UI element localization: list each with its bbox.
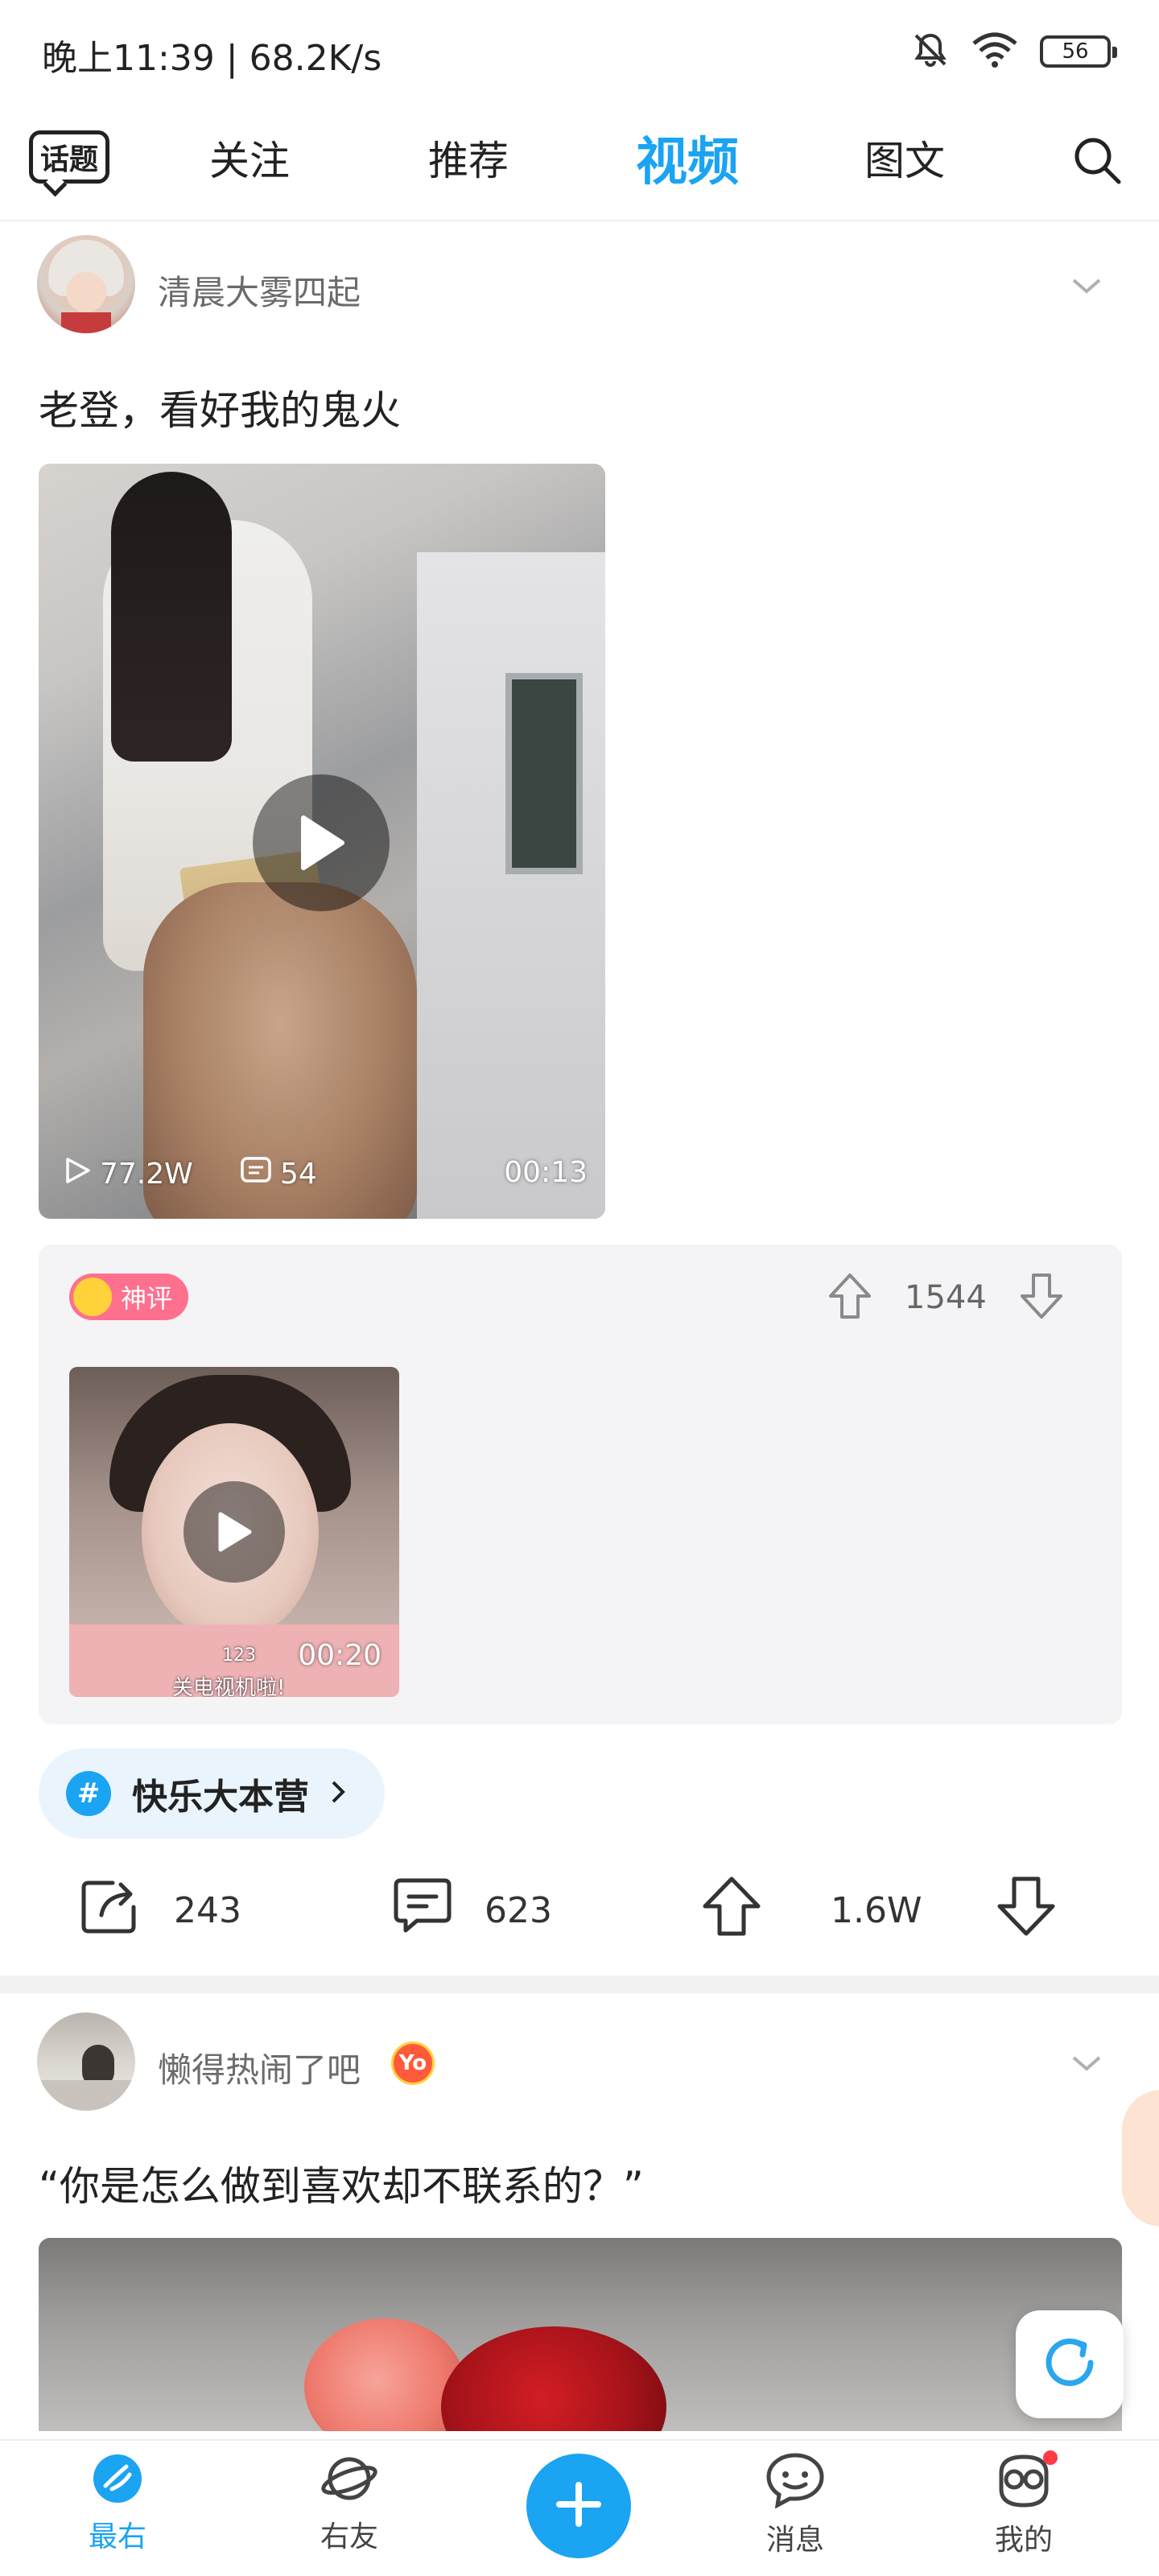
topic-button[interactable]: 话题 xyxy=(29,130,113,188)
plus-icon xyxy=(555,2480,603,2532)
avatar[interactable] xyxy=(37,2013,135,2111)
downvote-button[interactable] xyxy=(996,1866,1056,1955)
play-button[interactable] xyxy=(253,774,390,911)
comment-video-duration: 00:20 xyxy=(298,1639,382,1672)
search-icon[interactable] xyxy=(1070,134,1124,187)
notification-dot xyxy=(1043,2450,1058,2465)
nav-messages-label: 消息 xyxy=(765,2524,824,2557)
hashtag-icon: # xyxy=(66,1771,111,1816)
chevron-down-icon[interactable] xyxy=(1070,2054,1103,2074)
danmaku-icon xyxy=(240,1156,272,1192)
play-count-icon xyxy=(63,1156,92,1192)
god-comment-label: 神评 xyxy=(121,1283,173,1314)
add-post-button[interactable] xyxy=(526,2454,631,2558)
comment-icon xyxy=(393,1877,452,1944)
tab-video[interactable]: 视频 xyxy=(636,121,739,195)
comment-upvote-icon[interactable] xyxy=(827,1272,872,1323)
video-frame-hair xyxy=(111,472,232,762)
post-title[interactable]: “你是怎么做到喜欢却不联系的？” xyxy=(39,2154,644,2212)
post-actions: 243 623 1.6W xyxy=(0,1866,1159,1955)
tab-recommend[interactable]: 推荐 xyxy=(428,129,509,187)
comment-vote: 1544 xyxy=(827,1272,1064,1323)
chevron-down-icon[interactable] xyxy=(1070,277,1103,296)
tab-image-text[interactable]: 图文 xyxy=(864,129,945,187)
nav-profile[interactable]: 我的 xyxy=(959,2450,1088,2558)
top-tab-bar: 话题 关注 推荐 视频 图文 xyxy=(0,113,1159,221)
post-username[interactable]: 懒得热闹了吧 xyxy=(158,2043,361,2092)
share-icon xyxy=(80,1878,142,1943)
share-button[interactable]: 243 xyxy=(80,1866,241,1955)
nav-profile-label: 我的 xyxy=(994,2524,1053,2557)
hashtag-label: 快乐大本营 xyxy=(132,1777,309,1818)
status-bar: 晚上11:39 | 68.2K/s 56 xyxy=(0,0,1159,105)
video-duration: 00:13 xyxy=(504,1156,588,1189)
post-title[interactable]: 老登，看好我的鬼火 xyxy=(39,378,401,436)
avatar[interactable] xyxy=(37,235,135,333)
chevron-right-icon xyxy=(330,1779,346,1808)
wifi-icon xyxy=(971,31,1019,72)
mute-bell-icon xyxy=(911,31,950,72)
nav-friends[interactable]: 右友 xyxy=(285,2452,414,2555)
video-frame-screen xyxy=(505,673,583,874)
video-play-count: 77.2W xyxy=(100,1158,193,1191)
comment-video-caption-2: 关电视机啦! xyxy=(172,1676,286,1697)
refresh-button[interactable] xyxy=(1016,2310,1124,2418)
red-rose xyxy=(441,2326,666,2431)
comment-downvote-icon[interactable] xyxy=(1019,1272,1064,1323)
top-comment-card[interactable]: 神评 1544 123 关电视机啦! 00:20 xyxy=(39,1245,1122,1724)
status-icons: 56 xyxy=(911,31,1117,72)
video-player[interactable]: 77.2W 54 00:13 xyxy=(39,464,605,1219)
post-username[interactable]: 清晨大雾四起 xyxy=(158,266,361,315)
smile-face-icon xyxy=(71,1275,114,1319)
comment-video[interactable]: 123 关电视机啦! 00:20 xyxy=(69,1367,399,1697)
battery-icon: 56 xyxy=(1040,35,1117,68)
planet-icon xyxy=(320,2452,378,2508)
yo-badge-icon: Yo xyxy=(391,2041,435,2085)
upvote-count: 1.6W xyxy=(831,1889,922,1931)
hashtag-chip[interactable]: # 快乐大本营 xyxy=(39,1748,385,1839)
status-time-speed: 晚上11:39 | 68.2K/s xyxy=(42,38,382,79)
video-frame-cabinet xyxy=(417,552,605,1219)
video-player[interactable] xyxy=(39,2238,1122,2431)
message-icon xyxy=(765,2452,825,2512)
downvote-icon xyxy=(996,1876,1056,1946)
comment-button[interactable]: 623 xyxy=(393,1866,552,1955)
comment-vote-count: 1544 xyxy=(905,1279,987,1316)
topic-label: 话题 xyxy=(29,130,109,184)
share-count: 243 xyxy=(174,1889,241,1931)
floating-tab[interactable] xyxy=(1122,2090,1159,2227)
nav-home[interactable]: 最右 xyxy=(53,2452,182,2555)
video-plays: 77.2W xyxy=(63,1156,193,1192)
home-icon xyxy=(91,2452,144,2508)
comment-video-caption-1: 123 xyxy=(222,1645,256,1666)
profile-glasses-icon xyxy=(993,2450,1058,2512)
video-comments: 54 xyxy=(240,1156,317,1192)
refresh-icon xyxy=(1037,2330,1102,2398)
bottom-nav: 最右 右友 消息 我的 xyxy=(0,2439,1159,2576)
post-separator xyxy=(0,1975,1159,1993)
god-comment-badge: 神评 xyxy=(69,1274,189,1320)
comment-play-button[interactable] xyxy=(184,1481,285,1583)
upvote-icon xyxy=(702,1876,761,1946)
nav-home-label: 最右 xyxy=(88,2520,146,2553)
nav-friends-label: 右友 xyxy=(320,2520,378,2553)
tab-follow[interactable]: 关注 xyxy=(209,129,290,187)
upvote-button[interactable]: 1.6W xyxy=(702,1866,922,1955)
comment-count: 623 xyxy=(485,1889,552,1931)
nav-messages[interactable]: 消息 xyxy=(731,2452,860,2558)
video-comment-count: 54 xyxy=(280,1158,317,1191)
